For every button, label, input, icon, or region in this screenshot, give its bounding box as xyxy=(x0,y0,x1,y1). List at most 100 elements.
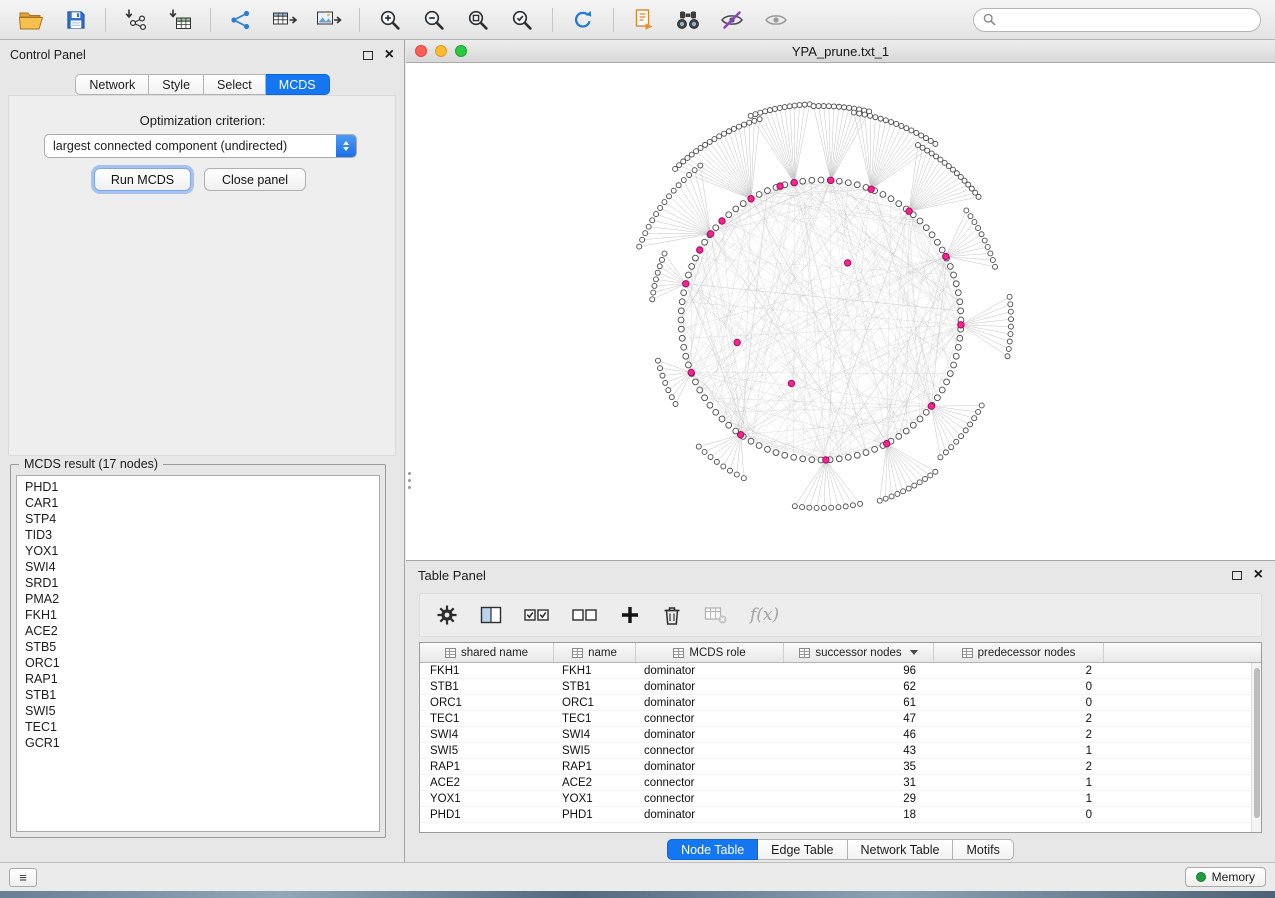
open-folder-icon xyxy=(18,9,44,31)
table-cell: FKH1 xyxy=(420,665,554,677)
minimize-window-icon[interactable] xyxy=(435,45,447,57)
show-columns-button[interactable] xyxy=(480,605,502,625)
tab-edge-table[interactable]: Edge Table xyxy=(758,839,847,860)
close-panel-icon[interactable]: × xyxy=(385,47,394,63)
result-item[interactable]: ACE2 xyxy=(17,623,379,639)
open-file-button[interactable] xyxy=(10,5,52,35)
result-item[interactable]: RAP1 xyxy=(17,671,379,687)
node-table-body[interactable]: FKH1FKH1dominator962STB1STB1dominator620… xyxy=(420,663,1261,832)
table-settings-button[interactable] xyxy=(436,604,458,626)
mcds-result-list[interactable]: PHD1CAR1STP4TID3YOX1SWI4SRD1PMA2FKH1ACE2… xyxy=(16,475,380,832)
tab-network[interactable]: Network xyxy=(75,74,149,95)
result-item[interactable]: GCR1 xyxy=(17,735,379,751)
add-column-button[interactable] xyxy=(620,605,640,625)
network-window-titlebar[interactable]: YPA_prune.txt_1 xyxy=(406,40,1275,63)
zoom-selected-button[interactable] xyxy=(501,5,543,35)
task-history-button[interactable]: ≡ xyxy=(9,868,37,887)
table-cell: FKH1 xyxy=(554,665,636,677)
close-table-panel-icon[interactable]: × xyxy=(1254,567,1263,583)
table-row[interactable]: SWI5SWI5connector431 xyxy=(420,743,1261,759)
optimization-criterion-dropdown[interactable]: largest connected component (undirected) xyxy=(44,134,357,158)
refresh-button[interactable] xyxy=(562,5,604,35)
table-row[interactable]: STB1STB1dominator620 xyxy=(420,679,1261,695)
deselect-all-button[interactable] xyxy=(572,606,598,624)
tab-motifs[interactable]: Motifs xyxy=(953,839,1013,860)
table-cell: dominator xyxy=(636,681,784,693)
result-item[interactable]: ORC1 xyxy=(17,655,379,671)
table-row[interactable]: FKH1FKH1dominator962 xyxy=(420,663,1261,679)
column-header-shared-name[interactable]: shared name xyxy=(420,643,554,662)
table-cell: connector xyxy=(636,793,784,805)
network-graph[interactable] xyxy=(406,63,1275,560)
result-item[interactable]: TID3 xyxy=(17,527,379,543)
table-row[interactable]: ACE2ACE2connector311 xyxy=(420,775,1261,791)
table-row[interactable]: TEC1TEC1connector472 xyxy=(420,711,1261,727)
table-row[interactable]: RAP1RAP1dominator352 xyxy=(420,759,1261,775)
zoom-fit-button[interactable] xyxy=(457,5,499,35)
close-window-icon[interactable] xyxy=(415,45,427,57)
export-table-button[interactable] xyxy=(264,5,306,35)
result-item[interactable]: SWI5 xyxy=(17,703,379,719)
delete-column-button[interactable] xyxy=(662,604,682,626)
result-item[interactable]: FKH1 xyxy=(17,607,379,623)
result-item[interactable]: CAR1 xyxy=(17,495,379,511)
tab-network-table[interactable]: Network Table xyxy=(848,839,954,860)
run-mcds-button[interactable]: Run MCDS xyxy=(94,168,191,191)
search-input[interactable] xyxy=(1002,13,1251,27)
table-cell: 1 xyxy=(934,745,1104,757)
result-item[interactable]: SWI4 xyxy=(17,559,379,575)
result-item[interactable]: SRD1 xyxy=(17,575,379,591)
node-table[interactable]: shared name name MCDS role successor nod… xyxy=(419,642,1262,833)
tab-node-table[interactable]: Node Table xyxy=(667,839,758,860)
search-box[interactable] xyxy=(973,8,1261,32)
memory-button[interactable]: Memory xyxy=(1185,867,1266,887)
save-session-button[interactable] xyxy=(54,5,96,35)
table-scrollbar-thumb[interactable] xyxy=(1254,668,1260,818)
result-item[interactable]: YOX1 xyxy=(17,543,379,559)
plus-icon xyxy=(620,605,640,625)
import-network-button[interactable] xyxy=(115,5,157,35)
tab-style[interactable]: Style xyxy=(149,74,204,95)
float-panel-icon[interactable] xyxy=(363,51,373,60)
result-item[interactable]: STP4 xyxy=(17,511,379,527)
result-item[interactable]: TEC1 xyxy=(17,719,379,735)
column-header-successor-nodes[interactable]: successor nodes xyxy=(784,643,934,662)
dropdown-stepper-icon[interactable] xyxy=(336,134,356,158)
zoom-in-button[interactable] xyxy=(369,5,411,35)
column-header-mcds-role[interactable]: MCDS role xyxy=(636,643,784,662)
table-row[interactable]: SWI4SWI4dominator462 xyxy=(420,727,1261,743)
tab-mcds[interactable]: MCDS xyxy=(266,74,330,95)
eye-slash-icon xyxy=(719,9,745,31)
network-canvas[interactable] xyxy=(406,63,1275,560)
zoom-out-button[interactable] xyxy=(413,5,455,35)
hide-graphics-button[interactable] xyxy=(711,5,753,35)
toolbar-separator xyxy=(613,8,614,32)
export-image-button[interactable] xyxy=(308,5,350,35)
table-row[interactable]: YOX1YOX1connector291 xyxy=(420,791,1261,807)
memory-status-icon xyxy=(1196,872,1206,882)
maximize-window-icon[interactable] xyxy=(455,45,467,57)
float-table-panel-icon[interactable] xyxy=(1232,571,1242,580)
table-row[interactable]: PHD1PHD1dominator180 xyxy=(420,807,1261,823)
close-panel-button[interactable]: Close panel xyxy=(204,168,306,191)
export-network-button[interactable] xyxy=(220,5,262,35)
column-grid-icon xyxy=(445,648,456,658)
table-scrollbar[interactable] xyxy=(1251,663,1261,832)
find-button[interactable] xyxy=(667,5,709,35)
table-cell: 2 xyxy=(934,665,1104,677)
column-header-name[interactable]: name xyxy=(554,643,636,662)
tab-select[interactable]: Select xyxy=(204,74,266,95)
result-item[interactable]: PMA2 xyxy=(17,591,379,607)
show-graphics-button[interactable] xyxy=(755,5,797,35)
splitter-grip[interactable] xyxy=(406,463,412,497)
result-item[interactable]: PHD1 xyxy=(17,479,379,495)
result-item[interactable]: STB5 xyxy=(17,639,379,655)
import-table-button[interactable] xyxy=(159,5,201,35)
result-item[interactable]: STB1 xyxy=(17,687,379,703)
table-row[interactable]: ORC1ORC1dominator610 xyxy=(420,695,1261,711)
column-header-predecessor-nodes[interactable]: predecessor nodes xyxy=(934,643,1104,662)
share-document-button[interactable] xyxy=(623,5,665,35)
table-panel: Table Panel × xyxy=(406,560,1275,862)
select-all-button[interactable] xyxy=(524,606,550,624)
import-table-icon xyxy=(168,8,193,31)
